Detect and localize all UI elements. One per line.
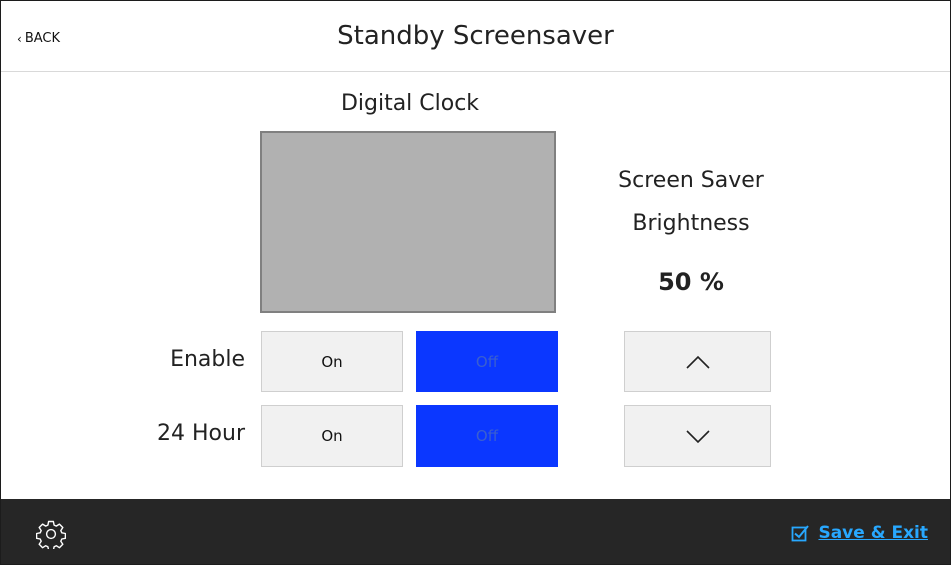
hour24-off-button[interactable]: Off: [416, 405, 558, 467]
chevron-down-icon: [685, 430, 710, 444]
header-bar: ‹ BACK Standby Screensaver: [1, 1, 950, 72]
chevron-up-icon: [685, 355, 710, 369]
save-exit-button[interactable]: Save & Exit: [791, 523, 928, 543]
hour24-on-label: On: [321, 427, 343, 445]
save-exit-label: Save & Exit: [818, 523, 928, 543]
checkbox-icon: [792, 525, 810, 542]
brightness-label-line2: Brightness: [632, 211, 750, 236]
brightness-label: Screen Saver Brightness: [591, 159, 791, 245]
enable-off-label: Off: [475, 352, 499, 371]
brightness-label-line1: Screen Saver: [618, 168, 764, 193]
clock-preview: [260, 131, 556, 313]
enable-on-button[interactable]: On: [261, 331, 403, 392]
enable-off-button[interactable]: Off: [416, 331, 558, 392]
enable-on-label: On: [321, 352, 343, 371]
screen-frame: ‹ BACK Standby Screensaver Digital Clock…: [0, 0, 951, 565]
brightness-up-button[interactable]: [624, 331, 771, 392]
hour24-on-button[interactable]: On: [261, 405, 403, 467]
brightness-value: 50 %: [658, 268, 724, 296]
page-title: Standby Screensaver: [337, 21, 614, 51]
hour24-label: 24 Hour: [157, 421, 245, 446]
brightness-down-button[interactable]: [624, 405, 771, 467]
enable-label: Enable: [170, 347, 245, 372]
hour24-off-label: Off: [475, 427, 499, 445]
footer-bar: Save & Exit: [1, 499, 950, 564]
gear-icon[interactable]: [36, 519, 66, 549]
digital-clock-title: Digital Clock: [340, 91, 480, 116]
